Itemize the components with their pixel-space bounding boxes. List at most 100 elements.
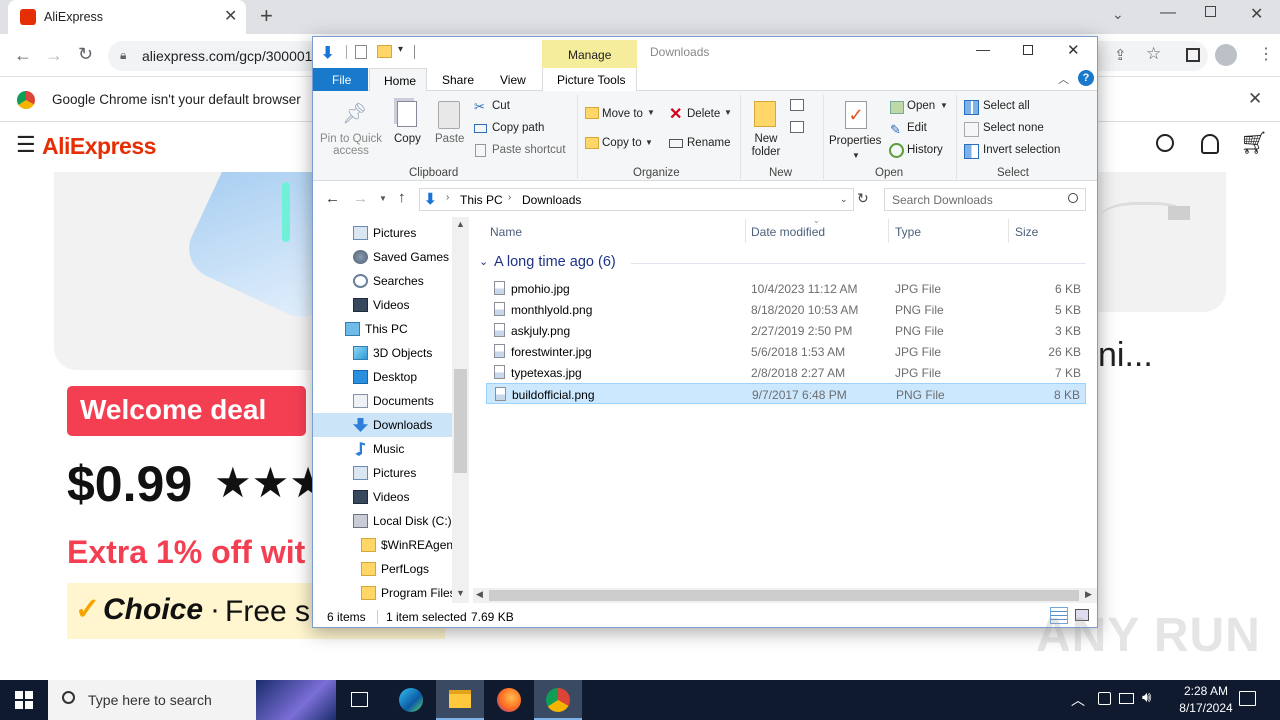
properties-qat-icon[interactable] (355, 45, 367, 59)
sidebar-item-saved-games[interactable]: Saved Games (313, 245, 452, 269)
recent-locations-icon[interactable]: ▼ (379, 194, 387, 203)
select-none-button[interactable]: Select none (983, 122, 1044, 134)
chrome-menu-icon[interactable]: ⋮ (1258, 44, 1274, 64)
explorer-minimize-icon[interactable]: — (976, 41, 990, 57)
explorer-close-icon[interactable]: ✕ (1067, 41, 1080, 59)
column-date-modified[interactable]: Date modified (751, 225, 825, 239)
scroll-right-icon[interactable]: ▶ (1085, 589, 1092, 600)
file-row[interactable]: forestwinter.jpg 5/6/2018 1:53 AM JPG File… (486, 341, 1086, 362)
side-panel-icon[interactable] (1186, 48, 1200, 62)
nav-scroll-thumb[interactable] (454, 369, 467, 473)
clock-time[interactable]: 2:28 AM (1173, 684, 1239, 698)
copy-to-dropdown-icon[interactable]: ▼ (645, 138, 653, 147)
sidebar-item-downloads[interactable]: Downloads (313, 413, 452, 437)
sidebar-item-documents[interactable]: Documents (313, 389, 452, 413)
sidebar-item-winreagent[interactable]: $WinREAgent (313, 533, 456, 557)
breadcrumb-this-pc[interactable]: This PC (460, 193, 503, 207)
chrome-taskbar-button[interactable] (534, 680, 582, 720)
product-image-right[interactable] (1098, 172, 1226, 312)
move-to-dropdown-icon[interactable]: ▼ (647, 108, 655, 117)
column-name[interactable]: Name (490, 225, 522, 239)
nav-forward-icon[interactable]: → (353, 190, 368, 207)
cart-icon[interactable]: 🛒︎ (1240, 130, 1268, 156)
delete-button[interactable]: Delete (687, 108, 720, 120)
network-icon[interactable] (1098, 692, 1111, 705)
account-icon[interactable] (1201, 134, 1219, 154)
tab-picture-tools[interactable]: Picture Tools (542, 68, 637, 91)
column-type[interactable]: Type (895, 225, 921, 239)
cut-button[interactable]: Cut (492, 100, 510, 112)
explorer-maximize-icon[interactable] (1023, 45, 1033, 55)
back-icon[interactable]: ← (14, 45, 32, 66)
aliexpress-logo[interactable]: AliExpress (42, 133, 156, 160)
reload-icon[interactable]: ↻ (78, 44, 93, 65)
quick-access-download-icon[interactable]: ⬇ (321, 43, 334, 63)
file-row[interactable]: typetexas.jpg 2/8/2018 2:27 AM JPG File 7 K… (486, 362, 1086, 383)
file-row[interactable]: buildofficial.png 9/7/2017 6:48 PM PNG Fil… (486, 383, 1086, 404)
address-dropdown-icon[interactable]: ⌄ (840, 194, 848, 205)
copy-path-button[interactable]: Copy path (492, 122, 544, 134)
refresh-icon[interactable]: ↻ (857, 190, 869, 207)
search-icon[interactable] (1156, 134, 1174, 152)
group-collapse-icon[interactable]: ⌄ (479, 255, 488, 268)
profile-avatar[interactable] (1215, 44, 1237, 66)
collapse-ribbon-icon[interactable]: ︿ (1058, 71, 1069, 87)
invert-selection-button[interactable]: Invert selection (983, 144, 1060, 156)
taskbar-search-box[interactable]: Type here to search (48, 680, 336, 720)
paste-shortcut-button[interactable]: Paste shortcut (492, 144, 566, 156)
search-downloads-box[interactable]: Search Downloads (884, 188, 1086, 211)
tab-share[interactable]: Share (442, 73, 474, 87)
help-icon[interactable]: ? (1078, 70, 1094, 86)
product-image[interactable] (54, 172, 316, 370)
customize-qat-icon[interactable]: ▾ (398, 44, 403, 55)
file-explorer-taskbar-button[interactable] (436, 680, 484, 720)
new-tab-button[interactable]: + (260, 3, 273, 29)
new-folder-button[interactable]: New folder (746, 99, 786, 161)
open-dropdown-icon[interactable]: ▼ (940, 101, 948, 110)
notifications-icon[interactable] (1239, 691, 1256, 706)
pin-quick-access-button[interactable]: 📌︎ Pin to Quick access (318, 101, 384, 161)
delete-dropdown-icon[interactable]: ▼ (724, 108, 732, 117)
infobar-close-icon[interactable]: ✕ (1248, 89, 1262, 109)
tab-view[interactable]: View (500, 73, 526, 87)
file-row[interactable]: pmohio.jpg 10/4/2023 11:12 AM JPG File 6 KB (486, 278, 1086, 299)
close-window-icon[interactable]: ✕ (1250, 4, 1263, 24)
copy-button[interactable]: Copy (389, 101, 425, 151)
clock-date[interactable]: 8/17/2024 (1163, 701, 1249, 715)
file-row[interactable]: monthlyold.png 8/18/2020 10:53 AM PNG File… (486, 299, 1086, 320)
easy-access-icon[interactable] (790, 121, 804, 133)
explorer-address-bar[interactable]: ⬇ › This PC › Downloads ⌄ (419, 188, 854, 211)
sidebar-item-this-pc[interactable]: This PC (313, 317, 452, 341)
sidebar-item-local-disk-c[interactable]: Local Disk (C:) (313, 509, 452, 533)
firefox-icon[interactable] (497, 688, 521, 712)
sidebar-item-3d-objects[interactable]: 3D Objects (313, 341, 452, 365)
file-row[interactable]: askjuly.png 2/27/2019 2:50 PM PNG File 3 KB (486, 320, 1086, 341)
sidebar-item-desktop[interactable]: Desktop (313, 365, 452, 389)
chrome-tab-aliexpress[interactable]: AliExpress ✕ (8, 0, 246, 34)
sidebar-item-perflogs[interactable]: PerfLogs (313, 557, 452, 581)
ethernet-icon[interactable] (1119, 693, 1134, 704)
new-folder-qat-icon[interactable] (377, 45, 392, 58)
tab-home[interactable]: Home (369, 68, 427, 92)
copy-to-button[interactable]: Copy to (602, 137, 642, 149)
nav-scrollbar[interactable]: ▲ ▼ (452, 217, 469, 603)
share-icon[interactable]: ⇪ (1114, 46, 1127, 64)
sidebar-item-videos[interactable]: Videos (313, 293, 452, 317)
sidebar-item-searches[interactable]: Searches (313, 269, 452, 293)
restore-icon[interactable] (1205, 6, 1216, 17)
tab-close-icon[interactable]: ✕ (224, 6, 237, 26)
edge-icon[interactable] (399, 688, 423, 712)
horizontal-scroll-thumb[interactable] (489, 590, 1079, 601)
sidebar-item-pictures[interactable]: Pictures (313, 461, 452, 485)
breadcrumb-downloads[interactable]: Downloads (522, 193, 581, 207)
start-button-windows-icon[interactable] (15, 691, 33, 709)
move-to-button[interactable]: Move to (602, 108, 643, 120)
task-view-icon[interactable] (351, 692, 368, 707)
nav-scroll-down-icon[interactable]: ▼ (456, 588, 465, 598)
tab-search-icon[interactable]: ⌄ (1112, 6, 1124, 23)
volume-icon[interactable]: 🔊︎ (1142, 689, 1151, 706)
nav-back-icon[interactable]: ← (325, 190, 340, 207)
up-folder-icon[interactable]: ↑ (398, 189, 406, 206)
sidebar-item-videos[interactable]: Videos (313, 485, 452, 509)
minimize-icon[interactable]: — (1160, 4, 1176, 22)
